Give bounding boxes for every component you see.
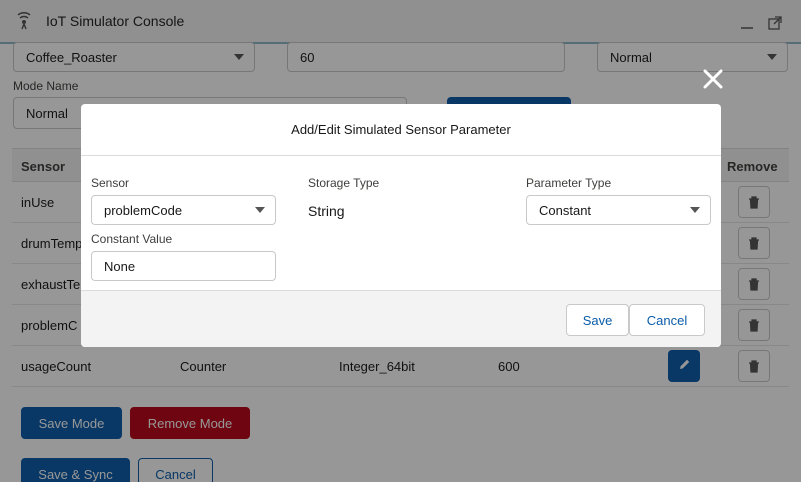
chevron-down-icon [690, 207, 700, 213]
sensor-select-value: problemCode [104, 202, 183, 218]
modal-title: Add/Edit Simulated Sensor Parameter [291, 122, 511, 137]
sensor-select[interactable]: problemCode [91, 195, 276, 225]
parameter-type-label: Parameter Type [526, 176, 612, 190]
cancel-button[interactable]: Cancel [629, 304, 705, 336]
modal-body: Sensor problemCode Storage Type String P… [81, 157, 721, 290]
constant-value-label: Constant Value [91, 232, 173, 246]
constant-value-input[interactable]: None [91, 251, 276, 281]
sensor-parameter-modal: Add/Edit Simulated Sensor Parameter Sens… [81, 104, 721, 347]
modal-header: Add/Edit Simulated Sensor Parameter [81, 104, 721, 156]
close-icon[interactable] [700, 66, 726, 92]
constant-value-text: None [104, 258, 136, 274]
modal-footer: Save Cancel [81, 290, 721, 347]
storage-type-label: Storage Type [308, 176, 380, 190]
parameter-type-value: Constant [539, 202, 592, 218]
save-button[interactable]: Save [566, 304, 629, 336]
storage-type-value: String [308, 203, 345, 219]
parameter-type-select[interactable]: Constant [526, 195, 711, 225]
chevron-down-icon [255, 207, 265, 213]
sensor-label: Sensor [91, 176, 130, 190]
